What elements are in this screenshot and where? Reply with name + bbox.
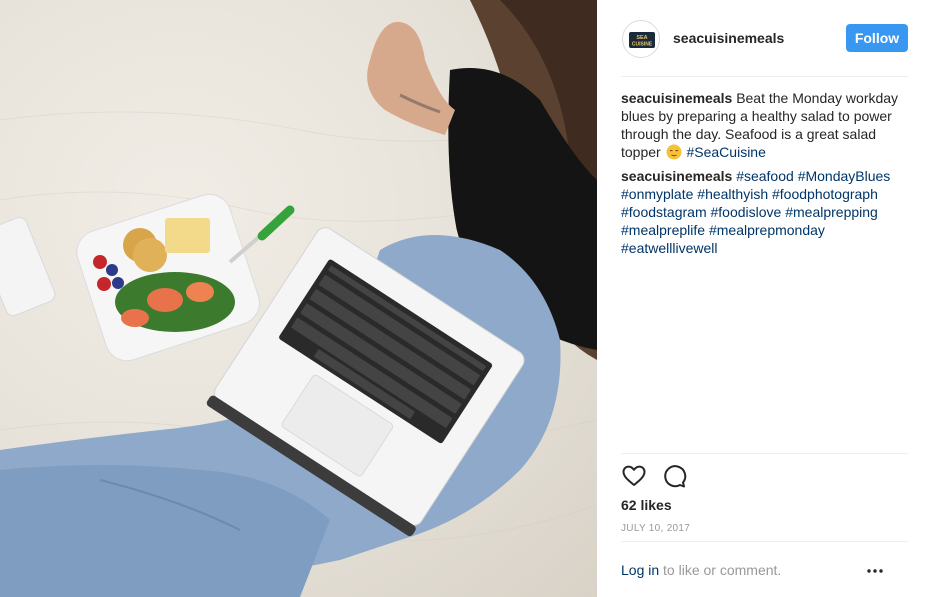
- more-options-icon[interactable]: [865, 566, 885, 576]
- follow-button[interactable]: Follow: [846, 24, 908, 52]
- avatar[interactable]: SEA CUISINE: [622, 20, 660, 58]
- hashtag-link[interactable]: #foodphotograph: [772, 186, 878, 202]
- hashtag-link[interactable]: #MondayBlues: [798, 168, 891, 184]
- footer-divider: [621, 541, 908, 542]
- action-bar: [621, 463, 741, 489]
- hashtag-link[interactable]: #eatwelllivewell: [621, 240, 718, 256]
- post-header: SEA CUISINE seacuisinemeals Follow: [597, 0, 932, 76]
- hashtag-comment: seacuisinemeals #seafood #MondayBlues #o…: [621, 167, 913, 257]
- hashtag-link[interactable]: #onmyplate: [621, 186, 693, 202]
- hashtag-link[interactable]: #foodislove: [711, 204, 782, 220]
- post-date: JULY 10, 2017: [621, 523, 691, 534]
- hashtag-link[interactable]: #mealprepping: [785, 204, 878, 220]
- sea-cuisine-logo: SEA CUISINE: [629, 32, 655, 48]
- post-photo[interactable]: [0, 0, 597, 597]
- svg-text:SEA: SEA: [636, 35, 647, 41]
- actions-divider: [621, 453, 908, 454]
- caption-hashtag[interactable]: #SeaCuisine: [686, 144, 765, 160]
- svg-text:CUISINE: CUISINE: [632, 42, 653, 48]
- likes-count[interactable]: 62 likes: [621, 497, 672, 513]
- login-link[interactable]: Log in: [621, 562, 659, 578]
- caption: seacuisinemeals Beat the Monday workday …: [621, 89, 913, 161]
- author-username[interactable]: seacuisinemeals: [673, 30, 784, 46]
- relieved-face-emoji-icon: [666, 144, 682, 160]
- photo-illustration: [0, 0, 597, 597]
- phone: [0, 216, 56, 317]
- comment-icon[interactable]: [661, 463, 687, 489]
- hashtag-link[interactable]: #foodstagram: [621, 204, 707, 220]
- hashtag-link[interactable]: #mealpreplife: [621, 222, 705, 238]
- hashtag-link[interactable]: #seafood: [736, 168, 794, 184]
- login-prompt-text: to like or comment.: [659, 562, 782, 578]
- header-divider: [621, 76, 908, 77]
- heart-icon[interactable]: [621, 463, 647, 489]
- comment-username[interactable]: seacuisinemeals: [621, 168, 732, 184]
- caption-username[interactable]: seacuisinemeals: [621, 90, 732, 106]
- hashtag-link[interactable]: #healthyish: [697, 186, 768, 202]
- meal-container: [76, 193, 260, 362]
- comments-section: seacuisinemeals Beat the Monday workday …: [621, 89, 913, 263]
- post-sidebar: SEA CUISINE seacuisinemeals Follow seacu…: [597, 0, 932, 597]
- hashtag-link[interactable]: #mealprepmonday: [709, 222, 825, 238]
